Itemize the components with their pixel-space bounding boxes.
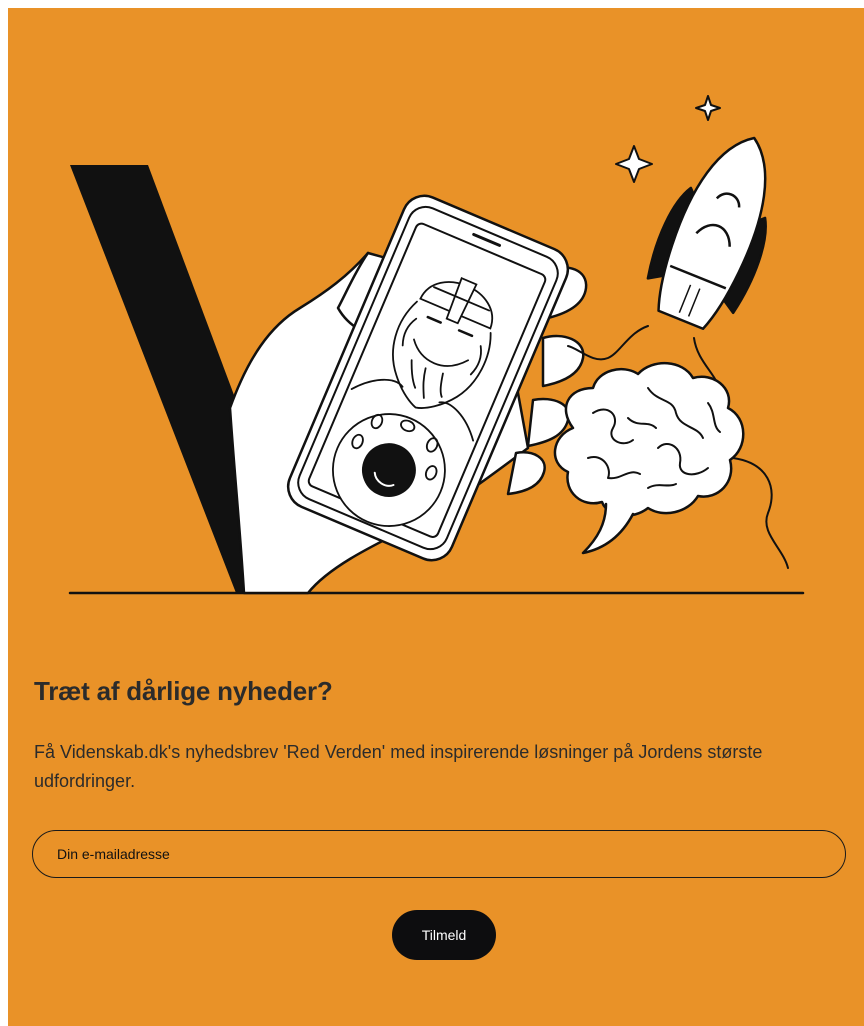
newsletter-card: Træt af dårlige nyheder? Få Videnskab.dk… [8,8,864,1026]
sparkle-icon [615,145,653,183]
brain [553,361,745,555]
rocket [646,136,767,330]
newsletter-headline: Træt af dårlige nyheder? [34,676,333,706]
sparkle-icon [695,95,721,121]
subscribe-button[interactable]: Tilmeld [392,910,496,960]
email-input[interactable] [32,830,846,878]
newsletter-description: Få Videnskab.dk's nyhedsbrev 'Red Verden… [34,742,763,791]
newsletter-illustration [68,95,805,595]
brain-wire [732,457,789,569]
